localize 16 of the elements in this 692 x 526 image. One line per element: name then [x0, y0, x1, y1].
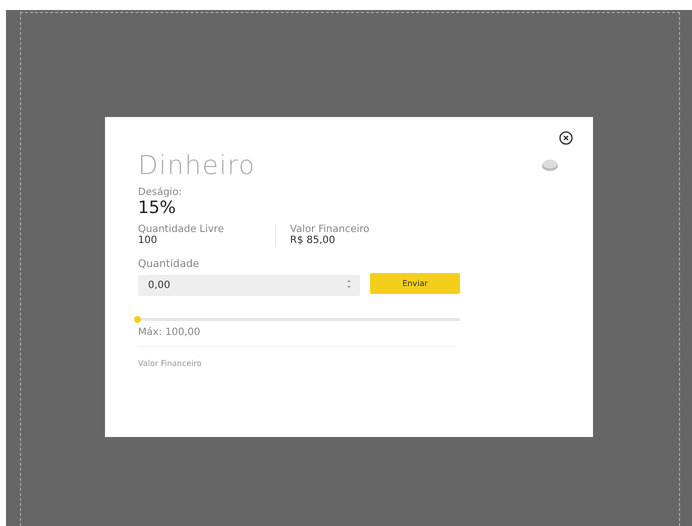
discount-label: Deságio:: [138, 187, 183, 198]
stat-label: Quantidade Livre: [138, 224, 225, 235]
stat-label: Valor Financeiro: [290, 224, 370, 235]
financial-value-label: Valor Financeiro: [138, 359, 203, 368]
max-label: Máx: 100,00: [138, 327, 202, 338]
discount-value: 15%: [138, 198, 177, 218]
stat-value: 100: [138, 235, 158, 246]
stat-value: R$ 85,00: [290, 235, 336, 246]
send-button[interactable]: Enviar: [370, 273, 460, 294]
coins-icon: [541, 158, 559, 172]
spinner-icon[interactable]: [346, 278, 352, 290]
dialog-title: Dinheiro: [138, 151, 256, 181]
close-icon[interactable]: [559, 131, 573, 145]
slider-thumb[interactable]: [134, 316, 141, 323]
quantity-label: Quantidade: [138, 258, 200, 270]
quantity-field[interactable]: 0,00: [138, 275, 360, 296]
